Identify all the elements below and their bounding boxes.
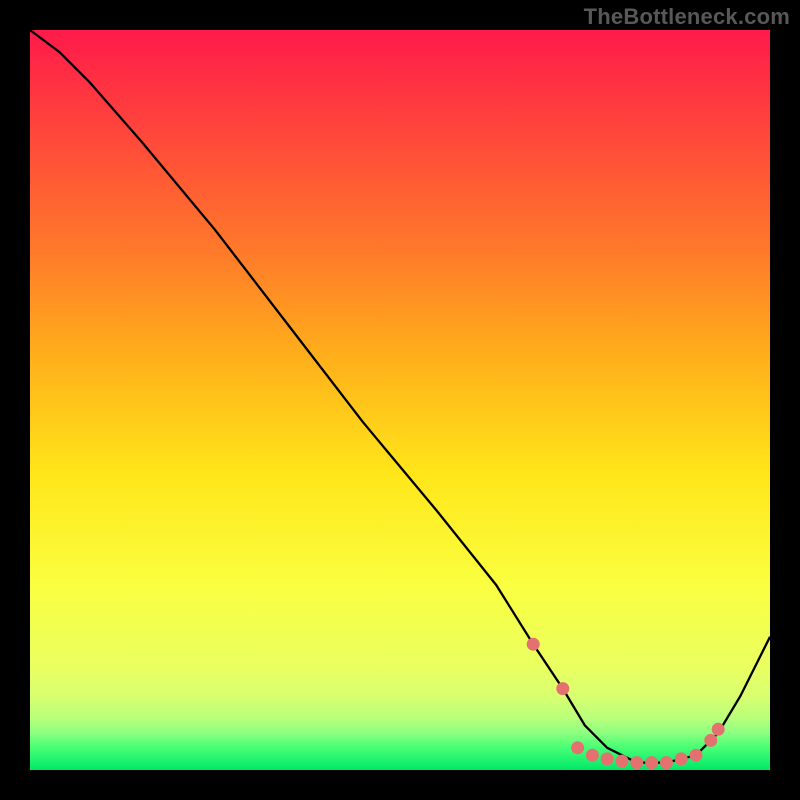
curve-marker: [527, 638, 540, 651]
curve-svg: [30, 30, 770, 770]
curve-marker: [601, 752, 614, 765]
curve-marker: [645, 756, 658, 769]
chart-frame: TheBottleneck.com: [0, 0, 800, 800]
watermark-text: TheBottleneck.com: [584, 4, 790, 30]
curve-marker: [704, 734, 717, 747]
plot-area: [30, 30, 770, 770]
bottleneck-curve: [30, 30, 770, 763]
curve-marker: [675, 752, 688, 765]
curve-marker: [586, 749, 599, 762]
curve-marker: [571, 741, 584, 754]
marker-group: [527, 638, 725, 769]
curve-marker: [660, 756, 673, 769]
curve-marker: [630, 756, 643, 769]
curve-marker: [616, 755, 629, 768]
curve-marker: [556, 682, 569, 695]
curve-marker: [690, 749, 703, 762]
curve-marker: [712, 723, 725, 736]
